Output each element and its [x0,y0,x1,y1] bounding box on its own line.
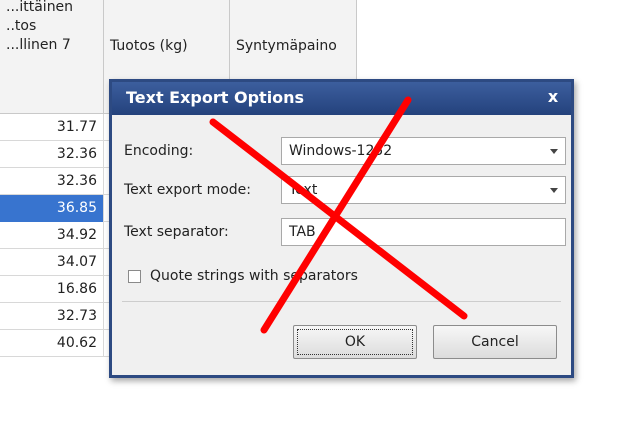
text-separator-value: TAB [289,224,316,240]
column-header-2-label: Tuotos (kg) [110,38,188,54]
close-icon[interactable]: x [543,87,563,107]
text-export-mode-value: Text [289,182,318,198]
cancel-button[interactable]: Cancel [433,325,557,359]
text-separator-label: Text separator: [124,224,229,240]
table-cell[interactable]: 32.73 [0,303,104,330]
table-cell[interactable]: 34.07 [0,249,104,276]
ok-button[interactable]: OK [293,325,417,359]
column-header-1-label: ...ittäinen ..tos ...llinen 7 [6,0,74,53]
text-separator-input[interactable]: TAB [281,218,566,246]
table-cell[interactable]: 34.92 [0,222,104,249]
table-cell[interactable]: 32.36 [0,141,104,168]
column-header-1[interactable]: ...ittäinen ..tos ...llinen 7 [0,0,104,114]
cancel-button-label: Cancel [471,334,519,350]
chevron-down-icon[interactable] [550,149,558,154]
table-cell[interactable]: 36.85 [0,195,104,222]
table-cell[interactable]: 32.36 [0,168,104,195]
dialog-title: Text Export Options [126,88,305,107]
text-export-mode-label: Text export mode: [124,182,251,198]
table-cell[interactable]: 16.86 [0,276,104,303]
text-export-options-dialog: Text Export Options x Encoding: Windows-… [109,79,574,378]
focus-rectangle [297,329,413,355]
dialog-divider [122,301,561,302]
dialog-titlebar[interactable]: Text Export Options x [112,82,571,115]
table-cell[interactable]: 40.62 [0,330,104,357]
chevron-down-icon[interactable] [550,188,558,193]
text-export-mode-select[interactable]: Text [281,176,566,204]
quote-strings-label[interactable]: Quote strings with separators [150,268,358,284]
encoding-select[interactable]: Windows-1252 [281,137,566,165]
column-header-3-label: Syntymäpaino [236,38,337,54]
encoding-value: Windows-1252 [289,143,393,159]
quote-strings-checkbox[interactable] [128,270,141,283]
encoding-label: Encoding: [124,143,194,159]
table-cell[interactable]: 31.77 [0,114,104,141]
